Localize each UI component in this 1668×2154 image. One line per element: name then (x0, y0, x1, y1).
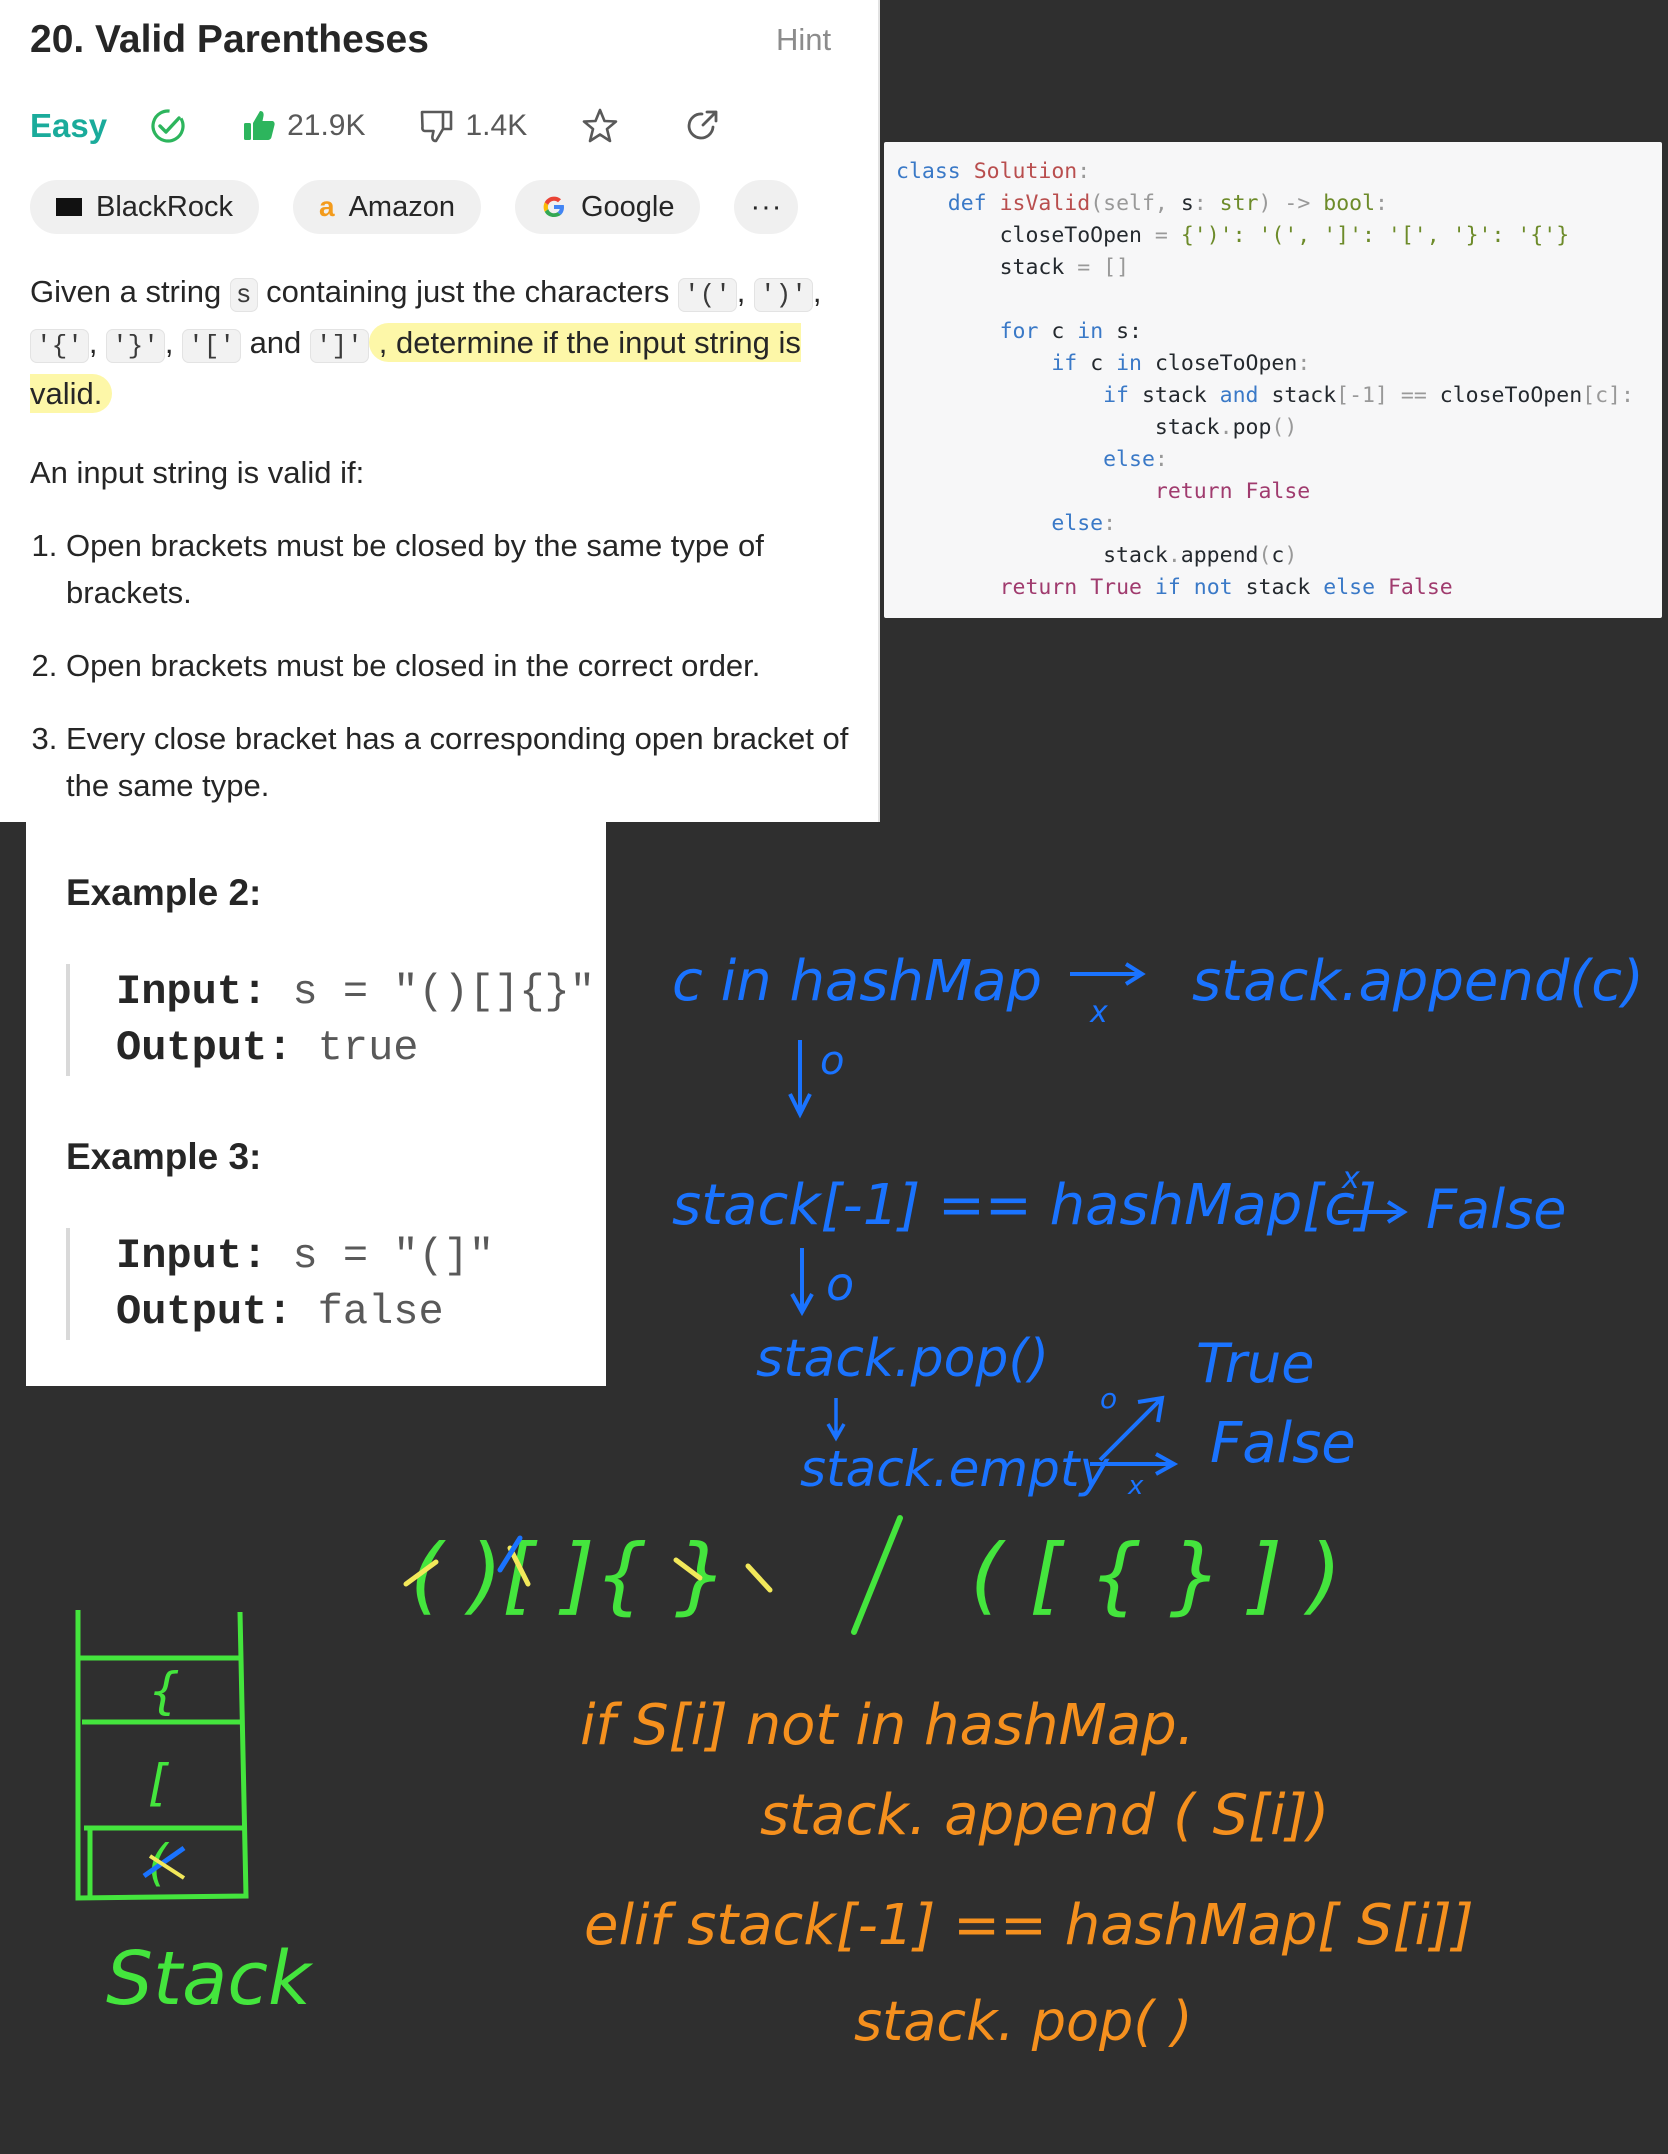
pseudo-line-1: if S[i] not in hashMap. (580, 1693, 1195, 1758)
flow-condition-1: c in hashMap (672, 949, 1042, 1014)
x-mark: x (1089, 995, 1108, 1030)
flow-pop: stack.pop() (756, 1329, 1049, 1389)
stack-label: Stack (106, 1936, 314, 2022)
pseudo-line-2: stack. append ( S[i]) (760, 1783, 1329, 1848)
arrow-icon (1070, 962, 1146, 986)
pseudo-line-3: elif stack[-1] == hashMap[ S[i]] (584, 1893, 1474, 1958)
pseudo-line-4: stack. pop( ) (854, 1990, 1193, 2053)
bracket-example-right: ( [ { } ] ) (970, 1526, 1341, 1624)
arrow-icon (788, 1040, 812, 1119)
true-label: True (1196, 1332, 1314, 1395)
stack-item: [ (148, 1754, 169, 1812)
divider-slash (851, 1515, 903, 1635)
arrow-icon (826, 1398, 846, 1442)
flow-result-1: stack.append(c) (1192, 949, 1644, 1014)
o-mark: o (820, 1038, 844, 1084)
arrow-icon (790, 1248, 814, 1317)
bracket-example-left: ( )[ ]{ } (410, 1526, 728, 1624)
orange-pseudocode: if S[i] not in hashMap. stack. append ( … (580, 1693, 1474, 2053)
handwritten-notes: c in hashMap x stack.append(c) o stack[-… (75, 949, 1644, 2053)
stack-item: { (148, 1662, 180, 1720)
o-mark: o (826, 1257, 854, 1311)
flow-false-1: False (1426, 1178, 1567, 1241)
bracket-examples: ( )[ ]{ } ( [ { } ] ) (403, 1515, 1341, 1635)
o-mark: o (1100, 1382, 1117, 1415)
x-mark: x (1127, 1471, 1144, 1501)
blue-flow-notes: c in hashMap x stack.append(c) o stack[-… (672, 949, 1644, 1501)
flow-condition-2: stack[-1] == hashMap[c] (672, 1173, 1377, 1238)
false-label: False (1210, 1411, 1356, 1476)
x-mark: x (1341, 1161, 1360, 1196)
flow-empty-check: stack.empty (800, 1440, 1110, 1498)
